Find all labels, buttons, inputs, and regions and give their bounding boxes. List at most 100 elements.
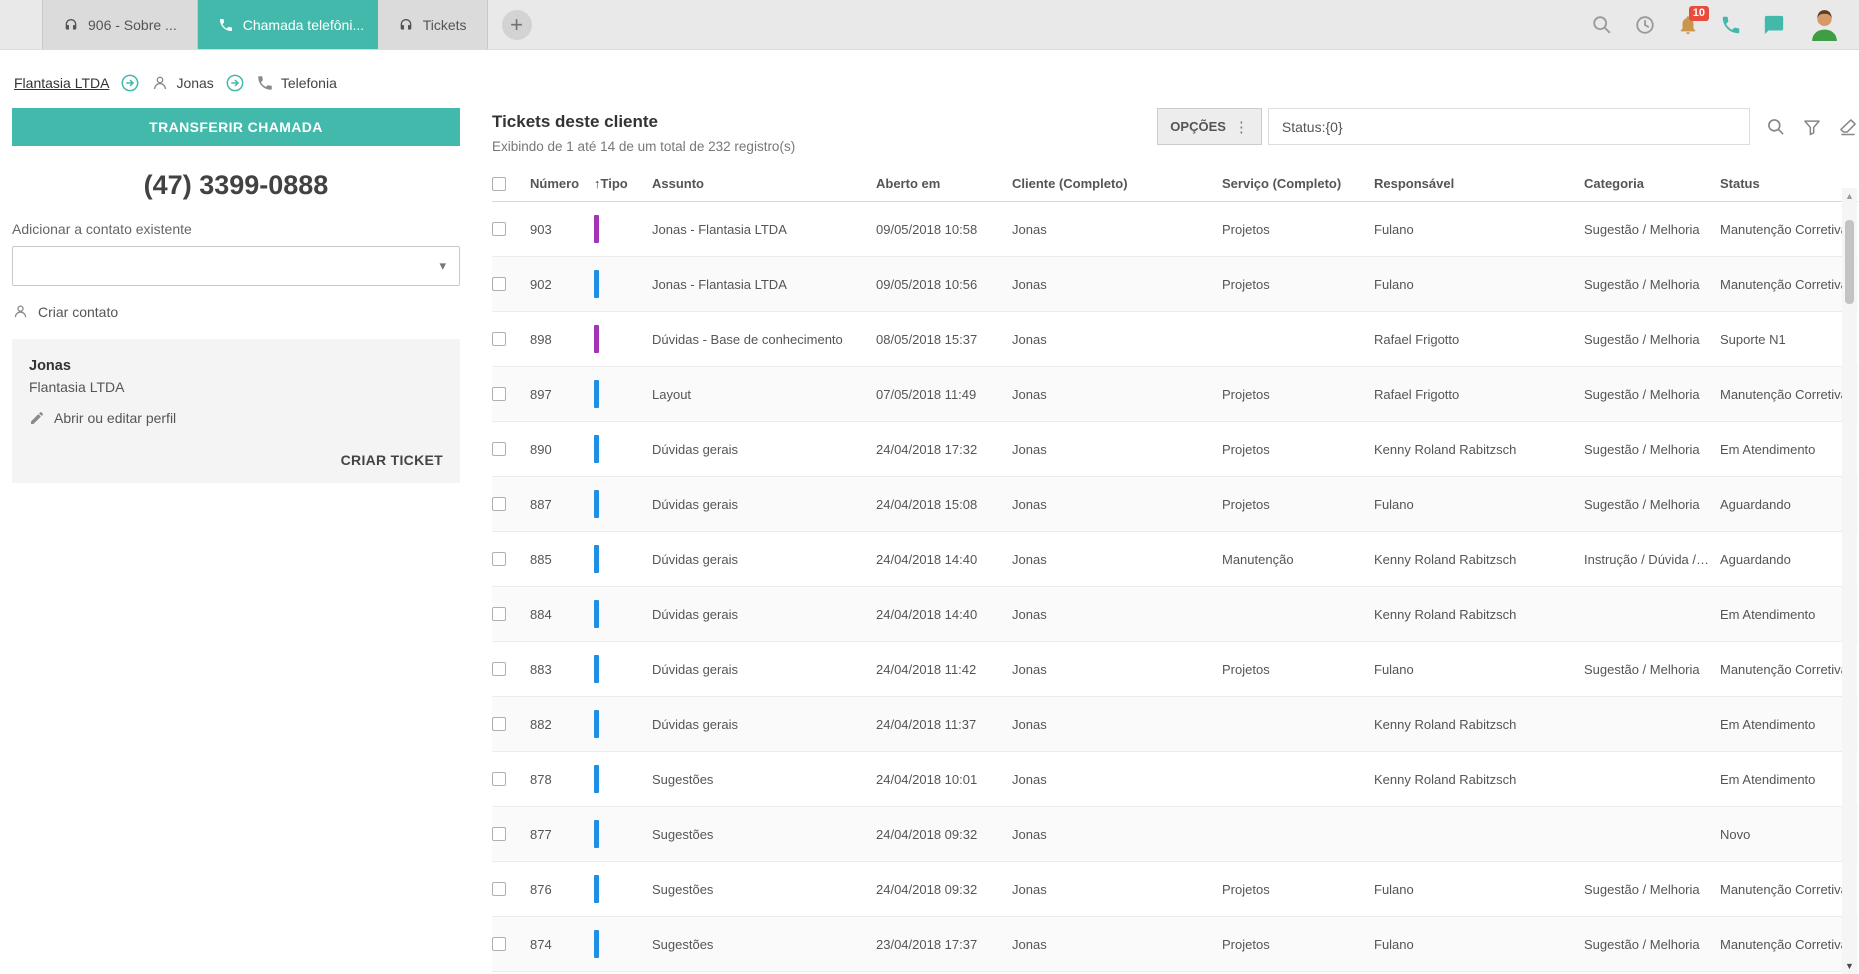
ticket-row[interactable]: 882 Dúvidas gerais 24/04/2018 11:37 Jonas Ke… xyxy=(492,697,1858,752)
column-header-assunto[interactable]: Assunto xyxy=(652,176,876,191)
ticket-row[interactable]: 902 Jonas - Flantasia LTDA 09/05/2018 10:5… xyxy=(492,257,1858,312)
column-header-status[interactable]: Status xyxy=(1720,176,1858,191)
ticket-row[interactable]: 890 Dúvidas gerais 24/04/2018 17:32 Jonas Pr… xyxy=(492,422,1858,477)
cell-tipo xyxy=(594,655,652,683)
cell-assunto: Dúvidas gerais xyxy=(652,441,738,457)
cell-status: Suporte N1 xyxy=(1720,331,1786,347)
cell-numero: 877 xyxy=(530,826,552,842)
create-contact-label: Criar contato xyxy=(38,303,119,320)
column-header-categoria[interactable]: Categoria xyxy=(1584,176,1720,191)
search-icon[interactable] xyxy=(1591,14,1613,36)
transfer-call-button[interactable]: TRANSFERIR CHAMADA xyxy=(12,108,460,146)
chevron-down-icon: ▾ xyxy=(439,258,446,273)
cell-aberto_em: 09/05/2018 10:58 xyxy=(876,221,978,237)
tab-chamada-telefonica[interactable]: Chamada telefôni... xyxy=(197,0,378,49)
existing-contact-select[interactable]: ▾ xyxy=(12,246,460,286)
cell-categoria: Sugestão / Melhoria xyxy=(1584,661,1700,677)
cell-assunto: Dúvidas gerais xyxy=(652,716,738,732)
add-tab-button[interactable]: + xyxy=(501,10,532,40)
scroll-down-button[interactable]: ▼ xyxy=(1842,958,1857,974)
cell-numero: 885 xyxy=(530,551,552,567)
ticket-row[interactable]: 898 Dúvidas - Base de conhecimento 08/05/2… xyxy=(492,312,1858,367)
edit-profile-link[interactable]: Abrir ou editar perfil xyxy=(29,410,443,426)
column-header-responsavel[interactable]: Responsável xyxy=(1374,176,1584,191)
cell-tipo xyxy=(594,710,652,738)
cell-responsavel: Kenny Roland Rabitzsch xyxy=(1374,551,1517,567)
cell-numero: 874 xyxy=(530,936,552,952)
ticket-type-color-bar xyxy=(594,545,599,573)
row-checkbox[interactable] xyxy=(492,607,530,621)
breadcrumb-contact[interactable]: Jonas xyxy=(151,74,214,92)
call-sidebar: TRANSFERIR CHAMADA (47) 3399-0888 Adicio… xyxy=(12,108,460,972)
cell-categoria: Sugestão / Melhoria xyxy=(1584,936,1700,952)
pencil-icon xyxy=(29,410,45,426)
row-checkbox[interactable] xyxy=(492,277,530,291)
ticket-row[interactable]: 884 Dúvidas gerais 24/04/2018 14:40 Jonas Ke… xyxy=(492,587,1858,642)
vertical-scrollbar[interactable]: ▲ ▼ xyxy=(1842,188,1857,974)
row-checkbox[interactable] xyxy=(492,827,530,841)
ticket-row[interactable]: 878 Sugestões 24/04/2018 10:01 Jonas Kenny R… xyxy=(492,752,1858,807)
row-checkbox[interactable] xyxy=(492,222,530,236)
breadcrumb-company-link[interactable]: Flantasia LTDA xyxy=(14,75,109,91)
cell-tipo xyxy=(594,380,652,408)
cell-servico: Projetos xyxy=(1222,661,1270,677)
ticket-row[interactable]: 885 Dúvidas gerais 24/04/2018 14:40 Jonas Ma… xyxy=(492,532,1858,587)
cell-cliente: Jonas xyxy=(1012,441,1047,457)
create-ticket-button[interactable]: CRIAR TICKET xyxy=(29,452,443,468)
options-button[interactable]: OPÇÕES ⋮ xyxy=(1157,108,1262,145)
cell-responsavel: Fulano xyxy=(1374,936,1414,952)
tickets-table-head: Número ↑ Tipo Assunto Aberto em Cliente (Com… xyxy=(492,166,1858,202)
column-header-servico[interactable]: Serviço (Completo) xyxy=(1222,176,1374,191)
ticket-row[interactable]: 877 Sugestões 24/04/2018 09:32 Jonas Novo xyxy=(492,807,1858,862)
column-header-numero[interactable]: Número xyxy=(530,176,594,191)
ticket-row[interactable]: 883 Dúvidas gerais 24/04/2018 11:42 Jonas Pr… xyxy=(492,642,1858,697)
cell-assunto: Dúvidas gerais xyxy=(652,606,738,622)
telephony-phone-icon[interactable] xyxy=(1720,14,1742,36)
ticket-row[interactable]: 897 Layout 07/05/2018 11:49 Jonas Projetos Ra… xyxy=(492,367,1858,422)
cell-status: Aguardando xyxy=(1720,551,1791,567)
user-avatar[interactable] xyxy=(1806,6,1843,43)
tab-label: 906 - Sobre ... xyxy=(88,16,177,33)
row-checkbox[interactable] xyxy=(492,717,530,731)
row-checkbox[interactable] xyxy=(492,497,530,511)
row-checkbox[interactable] xyxy=(492,662,530,676)
scroll-up-button[interactable]: ▲ xyxy=(1842,188,1857,204)
tab-tickets[interactable]: Tickets xyxy=(377,0,488,49)
ticket-row[interactable]: 874 Sugestões 23/04/2018 17:37 Jonas Projeto… xyxy=(492,917,1858,972)
ticket-row[interactable]: 876 Sugestões 24/04/2018 09:32 Jonas Projeto… xyxy=(492,862,1858,917)
cell-aberto_em: 24/04/2018 11:37 xyxy=(876,716,977,732)
cell-cliente: Jonas xyxy=(1012,606,1047,622)
row-checkbox[interactable] xyxy=(492,937,530,951)
chat-icon[interactable] xyxy=(1763,14,1785,36)
breadcrumb-section[interactable]: Telefonia xyxy=(256,74,337,92)
row-checkbox[interactable] xyxy=(492,882,530,896)
cell-assunto: Sugestões xyxy=(652,771,714,787)
cell-numero: 903 xyxy=(530,221,552,237)
ticket-row[interactable]: 903 Jonas - Flantasia LTDA 09/05/2018 10:5… xyxy=(492,202,1858,257)
ticket-row[interactable]: 887 Dúvidas gerais 24/04/2018 15:08 Jonas Pr… xyxy=(492,477,1858,532)
row-checkbox[interactable] xyxy=(492,332,530,346)
row-checkbox[interactable] xyxy=(492,387,530,401)
breadcrumb: Flantasia LTDA Jonas Telefonia xyxy=(0,50,1859,108)
column-header-cliente[interactable]: Cliente (Completo) xyxy=(1012,176,1222,191)
filter-funnel-icon[interactable] xyxy=(1802,117,1822,137)
row-checkbox[interactable] xyxy=(492,442,530,456)
select-all-checkbox[interactable] xyxy=(492,176,530,191)
row-checkbox[interactable] xyxy=(492,772,530,786)
create-contact-link[interactable]: Criar contato xyxy=(12,303,460,320)
cell-responsavel: Kenny Roland Rabitzsch xyxy=(1374,441,1517,457)
tickets-titles: Tickets deste cliente Exibindo de 1 até … xyxy=(492,108,795,154)
cell-responsavel: Kenny Roland Rabitzsch xyxy=(1374,606,1517,622)
filter-input[interactable] xyxy=(1267,108,1750,145)
row-checkbox[interactable] xyxy=(492,552,530,566)
cell-tipo xyxy=(594,435,652,463)
history-clock-icon[interactable] xyxy=(1634,14,1656,36)
notifications-bell-icon[interactable]: 10 xyxy=(1677,5,1709,36)
ticket-type-color-bar xyxy=(594,930,599,958)
scrollbar-thumb[interactable] xyxy=(1845,220,1854,304)
search-icon[interactable] xyxy=(1766,117,1786,137)
column-header-tipo[interactable]: ↑ Tipo xyxy=(594,176,652,191)
column-header-aberto_em[interactable]: Aberto em xyxy=(876,176,1012,191)
tab-906-sobre[interactable]: 906 - Sobre ... xyxy=(42,0,198,49)
clear-filter-eraser-icon[interactable] xyxy=(1838,117,1858,137)
